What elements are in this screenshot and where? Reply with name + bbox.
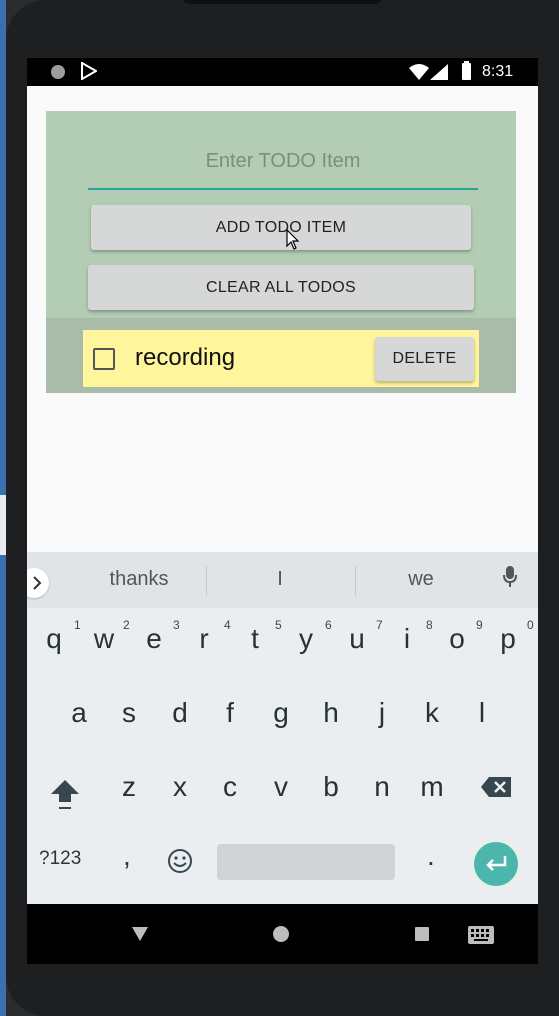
key-k[interactable]: k — [410, 686, 454, 740]
comma-key[interactable]: , — [123, 840, 131, 872]
key-f[interactable]: f — [208, 686, 252, 740]
emoji-icon[interactable] — [167, 848, 193, 874]
status-bar: 8:31 — [27, 58, 538, 86]
key-hint: 0 — [527, 618, 534, 632]
suggestion-divider — [206, 566, 207, 596]
key-hint: 6 — [325, 618, 332, 632]
todo-item: recording DELETE — [83, 330, 479, 387]
key-s[interactable]: s — [107, 686, 151, 740]
recents-icon[interactable] — [415, 927, 429, 941]
wifi-icon — [409, 64, 429, 80]
key-hint: 4 — [224, 618, 231, 632]
add-todo-button[interactable]: ADD TODO ITEM — [91, 205, 471, 250]
back-icon[interactable] — [131, 926, 149, 942]
clear-all-todos-button[interactable]: CLEAR ALL TODOS — [88, 265, 474, 310]
key-a[interactable]: a — [57, 686, 101, 740]
key-r[interactable]: r — [182, 612, 226, 666]
key-hint: 7 — [376, 618, 383, 632]
phone-frame: 8:31 ADD TODO ITEM CLEAR ALL TODOS recor… — [6, 0, 559, 1016]
phone-screen: 8:31 ADD TODO ITEM CLEAR ALL TODOS recor… — [27, 58, 538, 964]
notification-dot-icon — [51, 65, 65, 79]
key-v[interactable]: v — [259, 760, 303, 814]
key-e[interactable]: e — [132, 612, 176, 666]
key-hint: 2 — [123, 618, 130, 632]
signal-icon — [430, 64, 448, 80]
soft-keyboard: thanks I we q w e r t y u i o p 1 2 3 4 … — [27, 552, 538, 904]
suggestion-2[interactable]: I — [220, 568, 340, 591]
key-hint: 3 — [173, 618, 180, 632]
mic-icon[interactable] — [503, 566, 517, 588]
key-hint: 5 — [275, 618, 282, 632]
status-time: 8:31 — [482, 63, 514, 80]
key-z[interactable]: z — [107, 760, 151, 814]
enter-icon — [486, 856, 507, 871]
key-g[interactable]: g — [259, 686, 303, 740]
enter-key[interactable] — [474, 842, 518, 886]
delete-button[interactable]: DELETE — [375, 337, 474, 381]
todo-app: ADD TODO ITEM CLEAR ALL TODOS recording … — [46, 111, 516, 393]
period-key[interactable]: . — [427, 840, 435, 872]
key-h[interactable]: h — [309, 686, 353, 740]
key-w[interactable]: w — [82, 612, 126, 666]
key-m[interactable]: m — [410, 760, 454, 814]
key-p[interactable]: p — [486, 612, 530, 666]
key-n[interactable]: n — [360, 760, 404, 814]
keyboard-switch-icon[interactable] — [468, 926, 494, 944]
key-c[interactable]: c — [208, 760, 252, 814]
spacebar[interactable] — [217, 844, 395, 880]
mouse-cursor-icon — [286, 229, 300, 250]
home-icon[interactable] — [273, 926, 289, 942]
navigation-bar — [27, 904, 538, 964]
todo-checkbox[interactable] — [93, 348, 115, 370]
todo-input[interactable] — [88, 134, 478, 190]
suggestion-bar: thanks I we — [27, 552, 538, 608]
key-u[interactable]: u — [335, 612, 379, 666]
suggestion-1[interactable]: thanks — [79, 568, 199, 591]
key-i[interactable]: i — [385, 612, 429, 666]
key-x[interactable]: x — [158, 760, 202, 814]
suggestion-3[interactable]: we — [361, 568, 481, 591]
chevron-right-icon — [33, 576, 42, 590]
shift-icon[interactable] — [49, 778, 81, 812]
todo-text: recording — [135, 344, 236, 371]
suggestion-divider — [355, 566, 356, 596]
suggestion-expand-button[interactable] — [27, 568, 49, 598]
key-hint: 1 — [74, 618, 81, 632]
key-hint: 9 — [476, 618, 483, 632]
key-l[interactable]: l — [460, 686, 504, 740]
speaker-grille — [182, 0, 382, 4]
key-hint: 8 — [426, 618, 433, 632]
key-q[interactable]: q — [32, 612, 76, 666]
play-store-icon — [81, 62, 97, 80]
key-j[interactable]: j — [360, 686, 404, 740]
backspace-icon[interactable] — [480, 776, 512, 798]
key-y[interactable]: y — [284, 612, 328, 666]
key-b[interactable]: b — [309, 760, 353, 814]
battery-icon — [462, 61, 471, 80]
key-d[interactable]: d — [158, 686, 202, 740]
todo-list: recording DELETE — [46, 318, 516, 393]
symbols-key[interactable]: ?123 — [39, 848, 81, 870]
key-o[interactable]: o — [435, 612, 479, 666]
key-t[interactable]: t — [233, 612, 277, 666]
